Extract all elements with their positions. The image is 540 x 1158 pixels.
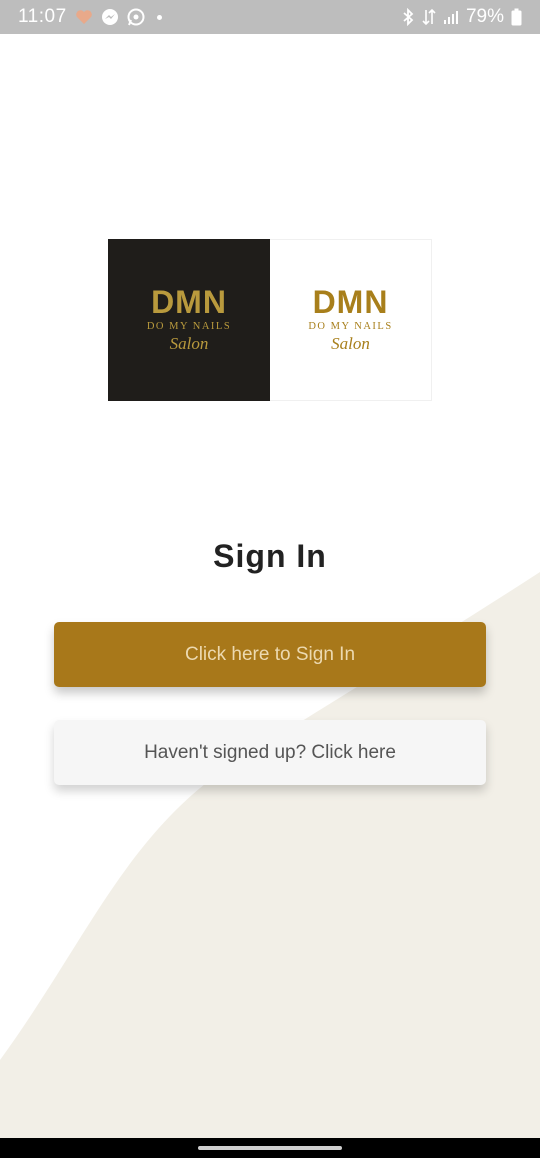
logo-subtitle: DO MY NAILS [308,321,393,332]
page-title: Sign In [213,538,327,574]
status-bar: 11:07 79% [0,0,540,34]
battery-percent: 79% [465,6,504,27]
logo-subtitle: DO MY NAILS [146,321,232,332]
logo-mark: DMN [151,284,227,320]
status-time: 11:07 [18,6,67,27]
notification-dot [156,14,162,20]
messenger-icon [101,8,119,26]
data-arrows-icon [422,8,436,26]
logo-light-panel: DMN DO MY NAILS Salon [270,239,432,401]
battery-icon [511,8,522,26]
logo-script: Salon [169,334,209,353]
signal-icon [443,9,459,25]
sign-up-button[interactable]: Haven't signed up? Click here [54,720,486,785]
logo-dark-panel: DMN DO MY NAILS Salon [108,239,270,401]
navigation-bar [0,1138,540,1158]
status-right: 79% [401,6,522,28]
heart-icon [75,9,93,25]
sign-in-button[interactable]: Click here to Sign In [54,622,486,687]
logo-script: Salon [331,334,370,353]
bluetooth-icon [401,8,415,26]
whatsapp-icon [127,8,145,26]
logo-mark: DMN [312,284,389,320]
background-swoosh [0,572,540,1138]
home-gesture-handle[interactable] [198,1146,342,1150]
status-left: 11:07 [18,6,162,28]
dmn-salon-logo: DMN DO MY NAILS Salon DMN DO MY NAILS Sa… [108,239,432,401]
